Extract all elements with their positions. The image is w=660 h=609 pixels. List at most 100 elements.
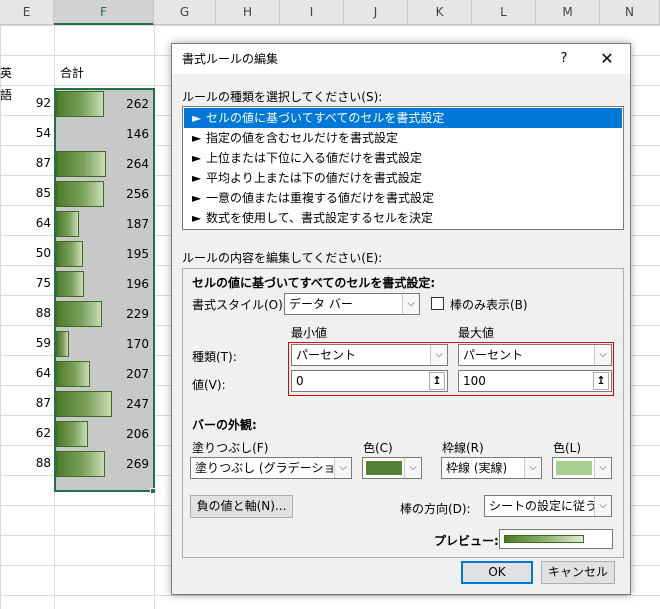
- fill-color-picker[interactable]: ⌵: [362, 457, 422, 479]
- column-header-i[interactable]: I: [280, 0, 344, 25]
- border-type-value: 枠線 (実線): [446, 461, 508, 475]
- bar-appearance-label: バーの外観:: [192, 418, 257, 432]
- chevron-down-icon: ⌵: [524, 458, 541, 478]
- cell-e-value[interactable]: 64: [0, 208, 54, 238]
- ok-button[interactable]: OK: [461, 561, 533, 584]
- rule-type-item[interactable]: ► 数式を使用して、書式設定するセルを決定: [184, 208, 622, 228]
- arrow-icon: ►: [192, 191, 202, 205]
- format-style-select[interactable]: データ バー ⌵: [284, 293, 420, 315]
- edit-format-rule-dialog: 書式ルールの編集 ? ✕ ルールの種類を選択してください(S): ► セルの値に基…: [171, 43, 631, 595]
- max-value: 100: [463, 374, 486, 388]
- rule-type-text: 平均より上または下の値だけを書式設定: [206, 171, 422, 185]
- format-style-label: 書式スタイル(O):: [192, 298, 287, 312]
- cancel-button[interactable]: キャンセル: [541, 561, 615, 584]
- column-header-e[interactable]: E: [0, 0, 54, 25]
- bar-direction-select[interactable]: シートの設定に従う ⌵: [484, 495, 612, 517]
- preview-bar: [504, 535, 584, 543]
- arrow-icon: ►: [192, 151, 202, 165]
- column-header-l[interactable]: L: [472, 0, 536, 25]
- chevron-down-icon: ⌵: [594, 496, 611, 516]
- direction-label: 棒の方向(D):: [400, 502, 471, 516]
- negative-value-axis-button[interactable]: 負の値と軸(N)...: [190, 495, 293, 518]
- cell-e-value[interactable]: 62: [0, 418, 54, 448]
- cell-e-value[interactable]: 75: [0, 268, 54, 298]
- bar-only-checkbox[interactable]: [431, 297, 444, 310]
- chevron-down-icon: ⌵: [430, 345, 447, 365]
- column-header-j[interactable]: J: [344, 0, 408, 25]
- min-value: 0: [296, 374, 304, 388]
- chevron-down-icon: ⌵: [404, 458, 421, 478]
- border-color-swatch: [556, 461, 592, 475]
- min-type-select[interactable]: パーセント ⌵: [291, 344, 448, 366]
- rule-type-text: 数式を使用して、書式設定するセルを決定: [206, 211, 434, 225]
- chevron-down-icon: ⌵: [334, 458, 351, 478]
- max-value-input[interactable]: 100 ↥: [458, 370, 612, 392]
- border-color-picker[interactable]: ⌵: [552, 457, 612, 479]
- column-header-h[interactable]: H: [216, 0, 280, 25]
- range-picker-icon[interactable]: ↥: [429, 372, 445, 390]
- fill-handle[interactable]: [150, 488, 156, 494]
- dialog-titlebar[interactable]: 書式ルールの編集 ? ✕: [172, 44, 630, 74]
- column-header-f[interactable]: F: [54, 0, 154, 25]
- min-value-input[interactable]: 0 ↥: [291, 370, 448, 392]
- chevron-down-icon: ⌵: [594, 458, 611, 478]
- arrow-icon: ►: [192, 111, 202, 125]
- rule-type-item[interactable]: ► 平均より上または下の値だけを書式設定: [184, 168, 622, 188]
- column-header-k[interactable]: K: [408, 0, 472, 25]
- cell-f-header[interactable]: 合計: [60, 62, 84, 84]
- range-picker-icon[interactable]: ↥: [593, 372, 609, 390]
- column-header-g[interactable]: G: [154, 0, 216, 25]
- column-header-m[interactable]: M: [536, 0, 600, 25]
- rule-type-item[interactable]: ► 上位または下位に入る値だけを書式設定: [184, 148, 622, 168]
- section-title: セルの値に基づいてすべてのセルを書式設定:: [192, 276, 436, 290]
- max-type-value: パーセント: [463, 348, 524, 362]
- rule-type-text: 指定の値を含むセルだけを書式設定: [206, 131, 399, 145]
- min-header: 最小値: [291, 326, 328, 340]
- column-headers: E F G H I J K L M N: [0, 0, 660, 25]
- arrow-icon: ►: [192, 211, 202, 225]
- border-color-label: 色(L): [553, 441, 582, 455]
- cell-e-value[interactable]: 64: [0, 358, 54, 388]
- cell-e-value[interactable]: 54: [0, 118, 54, 148]
- border-label: 枠線(R): [442, 441, 484, 455]
- edit-rule-label: ルールの内容を編集してください(E):: [182, 251, 383, 265]
- bar-only-label: 棒のみ表示(B): [450, 298, 528, 312]
- rule-type-text: セルの値に基づいてすべてのセルを書式設定: [206, 111, 445, 125]
- column-header-n[interactable]: N: [600, 0, 660, 25]
- cell-e-value[interactable]: 88: [0, 448, 54, 478]
- cell-e-value[interactable]: 92: [0, 88, 54, 118]
- cell-e-value[interactable]: 85: [0, 178, 54, 208]
- fill-color-swatch: [366, 461, 402, 475]
- arrow-icon: ►: [192, 171, 202, 185]
- fill-type-value: 塗りつぶし (グラデーション): [195, 461, 353, 475]
- help-button[interactable]: ?: [554, 44, 574, 74]
- rule-type-list[interactable]: ► セルの値に基づいてすべてのセルを書式設定 ► 指定の値を含むセルだけを書式設定 …: [182, 106, 624, 230]
- cell-e-header[interactable]: 英語: [0, 62, 22, 102]
- rule-type-item[interactable]: ► 一意の値または重複する値だけを書式設定: [184, 188, 622, 208]
- dialog-title: 書式ルールの編集: [182, 52, 279, 66]
- rule-type-item[interactable]: ► 指定の値を含むセルだけを書式設定: [184, 128, 622, 148]
- chevron-down-icon: ⌵: [402, 294, 419, 314]
- rule-type-label: ルールの種類を選択してください(S):: [182, 90, 383, 104]
- chevron-down-icon: ⌵: [594, 345, 611, 365]
- cell-e-value[interactable]: 87: [0, 148, 54, 178]
- fill-label: 塗りつぶし(F): [192, 441, 269, 455]
- cell-e-value[interactable]: 50: [0, 238, 54, 268]
- cell-e-value[interactable]: 87: [0, 388, 54, 418]
- close-button[interactable]: ✕: [594, 44, 620, 74]
- type-label: 種類(T):: [192, 350, 237, 364]
- rule-type-text: 一意の値または重複する値だけを書式設定: [206, 191, 435, 205]
- selection-border: [54, 88, 155, 492]
- cell-e-value[interactable]: 88: [0, 298, 54, 328]
- cell-e-value[interactable]: 59: [0, 328, 54, 358]
- bar-direction-value: シートの設定に従う: [489, 499, 598, 513]
- rule-type-item[interactable]: ► セルの値に基づいてすべてのセルを書式設定: [184, 108, 622, 128]
- fill-type-select[interactable]: 塗りつぶし (グラデーション) ⌵: [190, 457, 352, 479]
- arrow-icon: ►: [192, 131, 202, 145]
- border-type-select[interactable]: 枠線 (実線) ⌵: [441, 457, 542, 479]
- value-label: 値(V):: [192, 378, 226, 392]
- min-type-value: パーセント: [296, 348, 357, 362]
- max-header: 最大値: [458, 326, 495, 340]
- rule-type-text: 上位または下位に入る値だけを書式設定: [206, 151, 423, 165]
- max-type-select[interactable]: パーセント ⌵: [458, 344, 612, 366]
